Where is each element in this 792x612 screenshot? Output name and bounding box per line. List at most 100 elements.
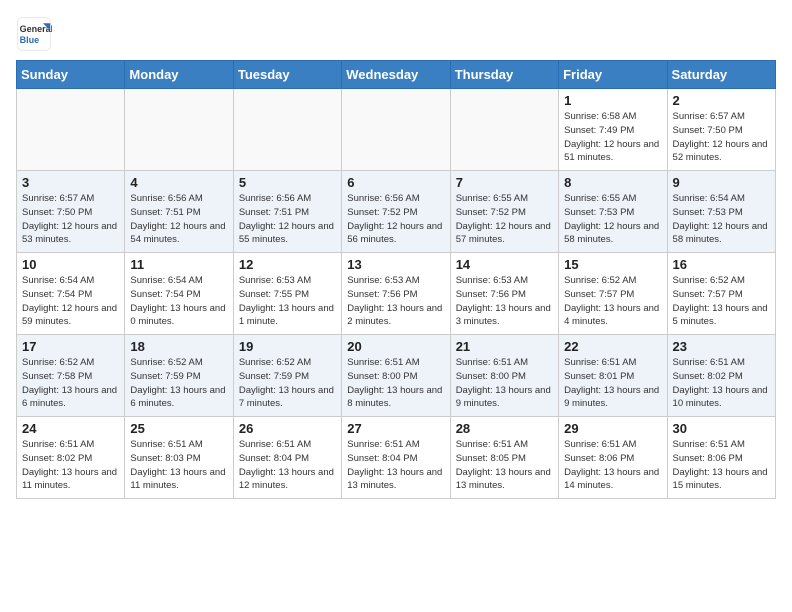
calendar-cell: 26 Sunrise: 6:51 AMSunset: 8:04 PMDayligh… [233, 417, 341, 499]
day-info: Sunrise: 6:51 AMSunset: 8:04 PMDaylight:… [239, 438, 336, 493]
day-info: Sunrise: 6:56 AMSunset: 7:52 PMDaylight:… [347, 192, 444, 247]
calendar-cell: 29 Sunrise: 6:51 AMSunset: 8:06 PMDayligh… [559, 417, 667, 499]
calendar-cell: 8 Sunrise: 6:55 AMSunset: 7:53 PMDaylight… [559, 171, 667, 253]
day-info: Sunrise: 6:56 AMSunset: 7:51 PMDaylight:… [239, 192, 336, 247]
day-number: 24 [22, 421, 119, 436]
day-number: 1 [564, 93, 661, 108]
svg-text:Blue: Blue [20, 35, 40, 45]
day-info: Sunrise: 6:51 AMSunset: 8:00 PMDaylight:… [347, 356, 444, 411]
calendar-cell: 17 Sunrise: 6:52 AMSunset: 7:58 PMDayligh… [17, 335, 125, 417]
weekday-header-monday: Monday [125, 61, 233, 89]
day-number: 12 [239, 257, 336, 272]
weekday-header-sunday: Sunday [17, 61, 125, 89]
calendar-cell: 28 Sunrise: 6:51 AMSunset: 8:05 PMDayligh… [450, 417, 558, 499]
day-info: Sunrise: 6:51 AMSunset: 8:01 PMDaylight:… [564, 356, 661, 411]
day-info: Sunrise: 6:52 AMSunset: 7:57 PMDaylight:… [564, 274, 661, 329]
day-number: 9 [673, 175, 770, 190]
day-number: 23 [673, 339, 770, 354]
day-number: 26 [239, 421, 336, 436]
day-number: 25 [130, 421, 227, 436]
day-info: Sunrise: 6:55 AMSunset: 7:53 PMDaylight:… [564, 192, 661, 247]
calendar-week-3: 10 Sunrise: 6:54 AMSunset: 7:54 PMDayligh… [17, 253, 776, 335]
day-info: Sunrise: 6:54 AMSunset: 7:54 PMDaylight:… [22, 274, 119, 329]
weekday-header-wednesday: Wednesday [342, 61, 450, 89]
day-info: Sunrise: 6:53 AMSunset: 7:56 PMDaylight:… [347, 274, 444, 329]
day-number: 18 [130, 339, 227, 354]
calendar-cell: 5 Sunrise: 6:56 AMSunset: 7:51 PMDaylight… [233, 171, 341, 253]
calendar-cell: 21 Sunrise: 6:51 AMSunset: 8:00 PMDayligh… [450, 335, 558, 417]
calendar-week-5: 24Sunrise: 6:51 AMSunset: 8:02 PMDayligh… [17, 417, 776, 499]
calendar-cell [17, 89, 125, 171]
day-number: 17 [22, 339, 119, 354]
calendar-cell: 20 Sunrise: 6:51 AMSunset: 8:00 PMDayligh… [342, 335, 450, 417]
day-number: 7 [456, 175, 553, 190]
day-info: Sunrise: 6:51 AMSunset: 8:06 PMDaylight:… [673, 438, 770, 493]
day-number: 6 [347, 175, 444, 190]
day-info: Sunrise: 6:52 AMSunset: 7:59 PMDaylight:… [130, 356, 227, 411]
calendar-cell: 10 Sunrise: 6:54 AMSunset: 7:54 PMDayligh… [17, 253, 125, 335]
day-number: 4 [130, 175, 227, 190]
weekday-header-friday: Friday [559, 61, 667, 89]
day-info: Sunrise: 6:57 AMSunset: 7:50 PMDaylight:… [673, 110, 770, 165]
day-number: 21 [456, 339, 553, 354]
day-info: Sunrise: 6:54 AMSunset: 7:53 PMDaylight:… [673, 192, 770, 247]
calendar-cell: 3 Sunrise: 6:57 AMSunset: 7:50 PMDaylight… [17, 171, 125, 253]
day-number: 27 [347, 421, 444, 436]
calendar-cell [125, 89, 233, 171]
calendar-cell: 11 Sunrise: 6:54 AMSunset: 7:54 PMDayligh… [125, 253, 233, 335]
calendar-cell: 24Sunrise: 6:51 AMSunset: 8:02 PMDayligh… [17, 417, 125, 499]
page-header: General Blue [16, 16, 776, 52]
day-info: Sunrise: 6:55 AMSunset: 7:52 PMDaylight:… [456, 192, 553, 247]
day-number: 28 [456, 421, 553, 436]
calendar-header-row: SundayMondayTuesdayWednesdayThursdayFrid… [17, 61, 776, 89]
calendar-cell: 12 Sunrise: 6:53 AMSunset: 7:55 PMDayligh… [233, 253, 341, 335]
day-info: Sunrise: 6:52 AMSunset: 7:58 PMDaylight:… [22, 356, 119, 411]
calendar-cell: 25 Sunrise: 6:51 AMSunset: 8:03 PMDayligh… [125, 417, 233, 499]
day-number: 2 [673, 93, 770, 108]
weekday-header-saturday: Saturday [667, 61, 775, 89]
day-number: 22 [564, 339, 661, 354]
day-number: 15 [564, 257, 661, 272]
day-number: 30 [673, 421, 770, 436]
calendar-cell: 2 Sunrise: 6:57 AMSunset: 7:50 PMDaylight… [667, 89, 775, 171]
day-info: Sunrise: 6:53 AMSunset: 7:55 PMDaylight:… [239, 274, 336, 329]
day-info: Sunrise: 6:51 AMSunset: 8:06 PMDaylight:… [564, 438, 661, 493]
calendar-cell: 9 Sunrise: 6:54 AMSunset: 7:53 PMDaylight… [667, 171, 775, 253]
day-info: Sunrise: 6:51 AMSunset: 8:04 PMDaylight:… [347, 438, 444, 493]
calendar-cell [233, 89, 341, 171]
calendar-cell: 1 Sunrise: 6:58 AMSunset: 7:49 PMDaylight… [559, 89, 667, 171]
day-number: 29 [564, 421, 661, 436]
day-number: 11 [130, 257, 227, 272]
day-number: 13 [347, 257, 444, 272]
calendar-cell: 19 Sunrise: 6:52 AMSunset: 7:59 PMDayligh… [233, 335, 341, 417]
calendar-table: SundayMondayTuesdayWednesdayThursdayFrid… [16, 60, 776, 499]
day-number: 5 [239, 175, 336, 190]
weekday-header-thursday: Thursday [450, 61, 558, 89]
calendar-cell: 18 Sunrise: 6:52 AMSunset: 7:59 PMDayligh… [125, 335, 233, 417]
day-number: 8 [564, 175, 661, 190]
day-number: 3 [22, 175, 119, 190]
day-info: Sunrise: 6:51 AMSunset: 8:03 PMDaylight:… [130, 438, 227, 493]
calendar-week-1: 1 Sunrise: 6:58 AMSunset: 7:49 PMDaylight… [17, 89, 776, 171]
weekday-header-tuesday: Tuesday [233, 61, 341, 89]
day-info: Sunrise: 6:51 AMSunset: 8:05 PMDaylight:… [456, 438, 553, 493]
day-info: Sunrise: 6:58 AMSunset: 7:49 PMDaylight:… [564, 110, 661, 165]
day-number: 14 [456, 257, 553, 272]
day-info: Sunrise: 6:54 AMSunset: 7:54 PMDaylight:… [130, 274, 227, 329]
day-info: Sunrise: 6:51 AMSunset: 8:00 PMDaylight:… [456, 356, 553, 411]
logo-icon: General Blue [16, 16, 52, 52]
calendar-cell: 7 Sunrise: 6:55 AMSunset: 7:52 PMDaylight… [450, 171, 558, 253]
calendar-cell: 30 Sunrise: 6:51 AMSunset: 8:06 PMDayligh… [667, 417, 775, 499]
calendar-cell: 13 Sunrise: 6:53 AMSunset: 7:56 PMDayligh… [342, 253, 450, 335]
calendar-cell [342, 89, 450, 171]
day-info: Sunrise: 6:57 AMSunset: 7:50 PMDaylight:… [22, 192, 119, 247]
calendar-cell: 23Sunrise: 6:51 AMSunset: 8:02 PMDayligh… [667, 335, 775, 417]
logo: General Blue [16, 16, 58, 52]
day-info: Sunrise: 6:56 AMSunset: 7:51 PMDaylight:… [130, 192, 227, 247]
day-number: 20 [347, 339, 444, 354]
day-info: Sunrise: 6:52 AMSunset: 7:57 PMDaylight:… [673, 274, 770, 329]
day-info: Sunrise: 6:53 AMSunset: 7:56 PMDaylight:… [456, 274, 553, 329]
day-number: 10 [22, 257, 119, 272]
day-number: 19 [239, 339, 336, 354]
day-info: Sunrise: 6:52 AMSunset: 7:59 PMDaylight:… [239, 356, 336, 411]
